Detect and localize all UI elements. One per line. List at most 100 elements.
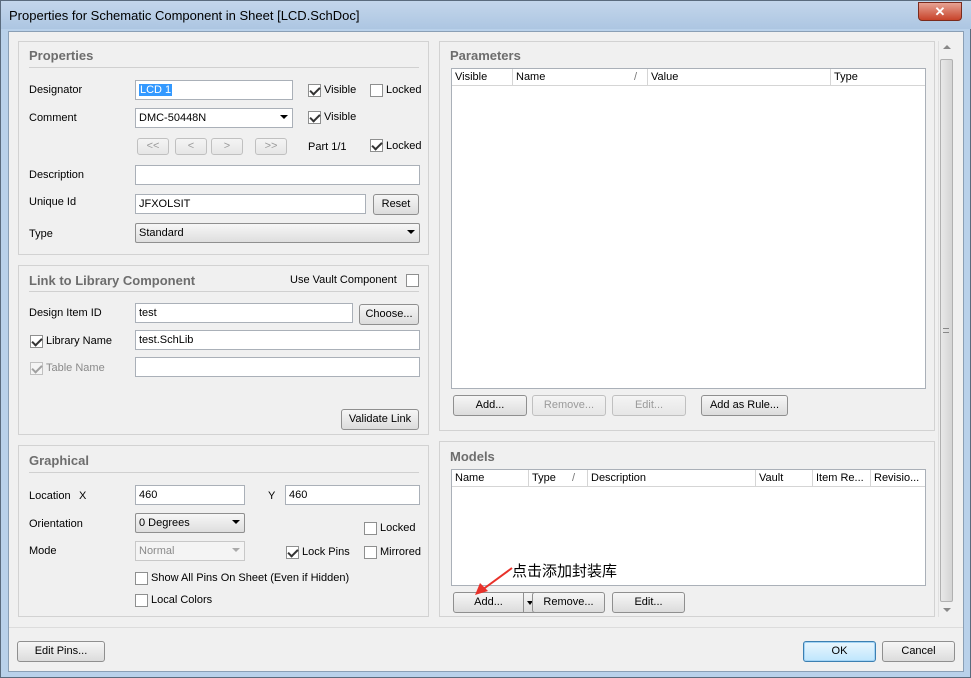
properties-panel: Properties Designator LCD 1 Visible Lock… bbox=[18, 41, 429, 255]
window-title: Properties for Schematic Component in Sh… bbox=[9, 8, 360, 23]
edit-pins-button[interactable]: Edit Pins... bbox=[17, 641, 105, 662]
designator-locked-label: Locked bbox=[386, 84, 422, 96]
lock-pins-label: Lock Pins bbox=[302, 546, 350, 558]
models-edit-button[interactable]: Edit... bbox=[612, 592, 685, 613]
mode-dropdown[interactable]: Normal bbox=[135, 541, 245, 561]
designator-visible-checkbox[interactable] bbox=[308, 84, 321, 97]
close-button[interactable]: ✕ bbox=[918, 2, 962, 21]
library-panel: Link to Library Component Use Vault Comp… bbox=[18, 265, 429, 435]
mirrored-checkbox[interactable] bbox=[364, 546, 377, 559]
library-name-field[interactable]: test.SchLib bbox=[135, 330, 420, 350]
table-name-checkbox[interactable] bbox=[30, 362, 43, 375]
next-part-button[interactable]: > bbox=[211, 138, 243, 155]
first-part-button[interactable]: << bbox=[137, 138, 169, 155]
designator-field[interactable]: LCD 1 bbox=[135, 80, 293, 100]
comment-visible-checkbox[interactable] bbox=[308, 111, 321, 124]
column-header-name[interactable]: Name bbox=[452, 470, 529, 487]
library-name-checkbox[interactable] bbox=[30, 335, 43, 348]
graphical-locked-checkbox[interactable] bbox=[364, 522, 377, 535]
parameters-title: Parameters bbox=[450, 48, 521, 63]
show-all-pins-label: Show All Pins On Sheet (Even if Hidden) bbox=[151, 572, 350, 584]
properties-dialog: Properties for Schematic Component in Sh… bbox=[0, 0, 971, 678]
library-title: Link to Library Component bbox=[29, 273, 196, 288]
parameters-edit-button[interactable]: Edit... bbox=[612, 395, 686, 416]
prev-part-button[interactable]: < bbox=[175, 138, 207, 155]
column-header-name[interactable]: Name bbox=[513, 69, 648, 86]
show-all-pins-checkbox[interactable] bbox=[135, 572, 148, 585]
sort-indicator-icon: / bbox=[572, 472, 576, 484]
comment-dropdown[interactable]: DMC-50448N bbox=[135, 108, 293, 128]
properties-title: Properties bbox=[29, 48, 94, 63]
divider bbox=[29, 67, 419, 68]
column-header-type[interactable]: Type bbox=[529, 470, 588, 487]
parameters-grid-header: Visible Name / Value Type bbox=[452, 69, 925, 86]
scroll-up-icon[interactable] bbox=[943, 45, 951, 49]
column-header-revision[interactable]: Revisio... bbox=[871, 470, 925, 487]
location-x-field[interactable]: 460 bbox=[135, 485, 245, 505]
library-name-label: Library Name bbox=[46, 335, 113, 347]
column-header-vault[interactable]: Vault bbox=[756, 470, 813, 487]
parameters-grid[interactable]: Visible Name / Value Type bbox=[451, 68, 926, 389]
validate-link-button[interactable]: Validate Link bbox=[341, 409, 419, 430]
scroll-down-icon[interactable] bbox=[943, 608, 951, 612]
x-label: X bbox=[79, 490, 87, 502]
designator-visible-label: Visible bbox=[324, 84, 357, 96]
graphical-locked-label: Locked bbox=[380, 522, 416, 534]
column-header-description[interactable]: Description bbox=[588, 470, 756, 487]
reset-button[interactable]: Reset bbox=[373, 194, 419, 215]
models-remove-button[interactable]: Remove... bbox=[532, 592, 605, 613]
choose-button[interactable]: Choose... bbox=[359, 304, 419, 325]
lock-pins-checkbox[interactable] bbox=[286, 546, 299, 559]
parameters-remove-button[interactable]: Remove... bbox=[532, 395, 606, 416]
location-y-field[interactable]: 460 bbox=[285, 485, 420, 505]
scroll-grip-icon bbox=[943, 328, 949, 333]
design-item-field[interactable]: test bbox=[135, 303, 353, 323]
type-dropdown[interactable]: Standard bbox=[135, 223, 420, 243]
design-item-label: Design Item ID bbox=[29, 307, 102, 319]
description-field[interactable] bbox=[135, 165, 420, 185]
comment-label: Comment bbox=[29, 112, 77, 124]
add-as-rule-button[interactable]: Add as Rule... bbox=[701, 395, 788, 416]
cancel-button[interactable]: Cancel bbox=[882, 641, 955, 662]
unique-id-field[interactable]: JFXOLSIT bbox=[135, 194, 366, 214]
graphical-panel: Graphical Location X 460 Y 460 Orientati… bbox=[18, 445, 429, 617]
chevron-down-icon bbox=[232, 548, 240, 552]
y-label: Y bbox=[268, 490, 276, 502]
last-part-button[interactable]: >> bbox=[255, 138, 287, 155]
divider bbox=[29, 291, 419, 292]
ok-button[interactable]: OK bbox=[803, 641, 876, 662]
part-indicator: Part 1/1 bbox=[308, 141, 347, 153]
vertical-scrollbar[interactable] bbox=[938, 41, 954, 617]
chevron-down-icon bbox=[280, 115, 288, 119]
table-name-label: Table Name bbox=[46, 362, 105, 374]
local-colors-label: Local Colors bbox=[151, 594, 213, 606]
type-label: Type bbox=[29, 228, 53, 240]
orientation-dropdown[interactable]: 0 Degrees bbox=[135, 513, 245, 533]
use-vault-label: Use Vault Component bbox=[290, 274, 397, 286]
annotation-text: 点击添加封装库 bbox=[512, 563, 618, 580]
mode-label: Mode bbox=[29, 545, 57, 557]
sort-indicator-icon: / bbox=[634, 71, 638, 83]
models-grid-header: Name Type / Description Vault Item Re...… bbox=[452, 470, 925, 487]
parameters-add-button[interactable]: Add... bbox=[453, 395, 527, 416]
column-header-value[interactable]: Value bbox=[648, 69, 831, 86]
table-name-field[interactable] bbox=[135, 357, 420, 377]
part-locked-checkbox[interactable] bbox=[370, 139, 383, 152]
title-bar[interactable]: Properties for Schematic Component in Sh… bbox=[1, 1, 971, 29]
description-label: Description bbox=[29, 169, 85, 181]
graphical-title: Graphical bbox=[29, 453, 89, 468]
comment-visible-label: Visible bbox=[324, 111, 357, 123]
column-header-item-revision[interactable]: Item Re... bbox=[813, 470, 871, 487]
column-header-visible[interactable]: Visible bbox=[452, 69, 513, 86]
designator-value: LCD 1 bbox=[139, 84, 173, 96]
column-header-type[interactable]: Type bbox=[831, 69, 925, 86]
use-vault-checkbox[interactable] bbox=[406, 274, 419, 287]
chevron-down-icon bbox=[232, 520, 240, 524]
orientation-value: 0 Degrees bbox=[139, 517, 190, 529]
location-label: Location bbox=[29, 490, 71, 502]
designator-locked-checkbox[interactable] bbox=[370, 84, 383, 97]
annotation-arrow-icon bbox=[475, 567, 513, 595]
comment-value: DMC-50448N bbox=[139, 112, 207, 124]
local-colors-checkbox[interactable] bbox=[135, 594, 148, 607]
divider bbox=[29, 472, 419, 473]
